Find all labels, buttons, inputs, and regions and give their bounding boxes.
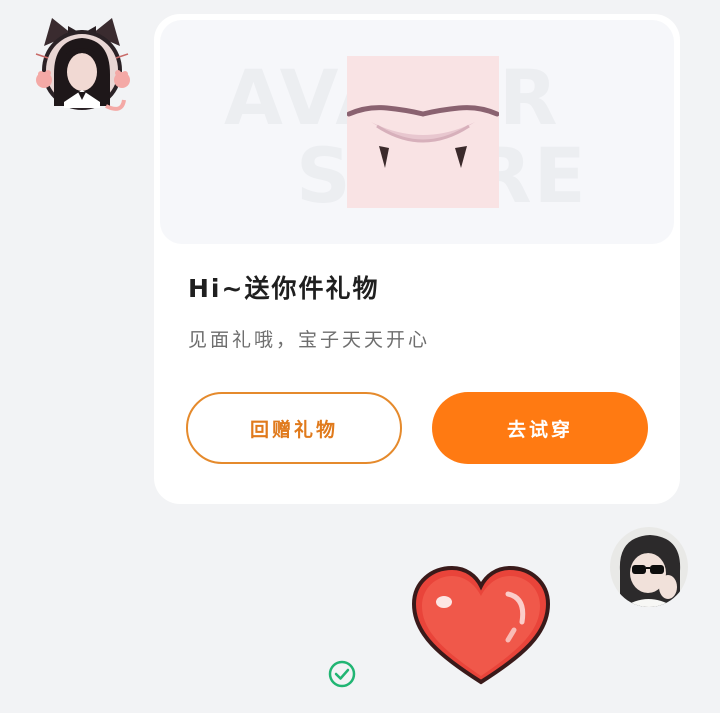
vampire-fangs-mouth-image [346, 56, 500, 208]
check-circle-icon [327, 659, 357, 689]
sender-avatar[interactable] [34, 14, 130, 116]
gift-card-title: Hi~送你件礼物 [188, 274, 380, 303]
gift-card-subtitle: 见面礼哦，宝子天天开心 [188, 329, 431, 351]
gift-preview: AVATAR STORE [160, 20, 674, 244]
gift-card[interactable]: AVATAR STORE Hi~送你件礼物 见面礼哦，宝子天天开心 回赠礼物 去… [154, 14, 680, 504]
chat-screen: AVATAR STORE Hi~送你件礼物 见面礼哦，宝子天天开心 回赠礼物 去… [0, 0, 720, 713]
sender-avatar-frame [35, 18, 130, 111]
my-avatar[interactable] [610, 527, 688, 607]
return-gift-button[interactable]: 回赠礼物 [186, 392, 402, 464]
try-on-button[interactable]: 去试穿 [432, 392, 648, 464]
red-heart-icon[interactable] [410, 564, 552, 688]
